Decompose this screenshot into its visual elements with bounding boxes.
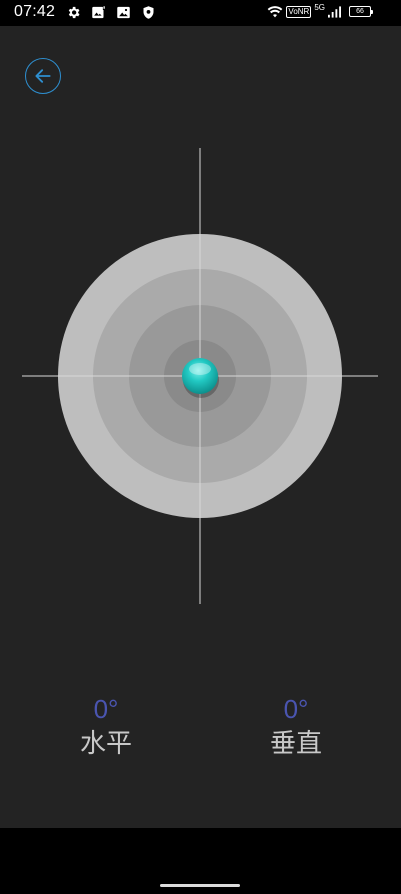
vertical-reading: 0° 垂直 (236, 694, 356, 762)
vonr-badge: VoNR (286, 6, 312, 18)
battery-level: 66 (356, 8, 364, 15)
home-indicator[interactable] (160, 884, 240, 887)
horizontal-label: 水平 (79, 729, 132, 759)
status-notification-icons (66, 5, 156, 20)
status-bar: 07:42 VoNR 5G 66 (0, 0, 401, 26)
signal-icon (328, 6, 341, 18)
shield-icon (143, 6, 154, 19)
wifi-icon (268, 6, 283, 18)
network-type: 5G (314, 2, 325, 12)
gallery-icon (117, 6, 130, 19)
horizontal-angle-value: 0° (93, 694, 119, 724)
vertical-label: 垂直 (269, 729, 322, 759)
vertical-angle-value: 0° (283, 694, 309, 724)
status-time: 07:42 (14, 3, 56, 20)
navigation-bar (0, 828, 401, 894)
horizontal-reading: 0° 水平 (46, 694, 166, 762)
image-notification-icon (92, 6, 106, 19)
status-connectivity: VoNR 5G (267, 2, 341, 19)
level-screen: 0° 水平 0° 垂直 (0, 26, 401, 828)
gear-icon (68, 6, 80, 19)
battery-icon: 66 (349, 6, 373, 17)
